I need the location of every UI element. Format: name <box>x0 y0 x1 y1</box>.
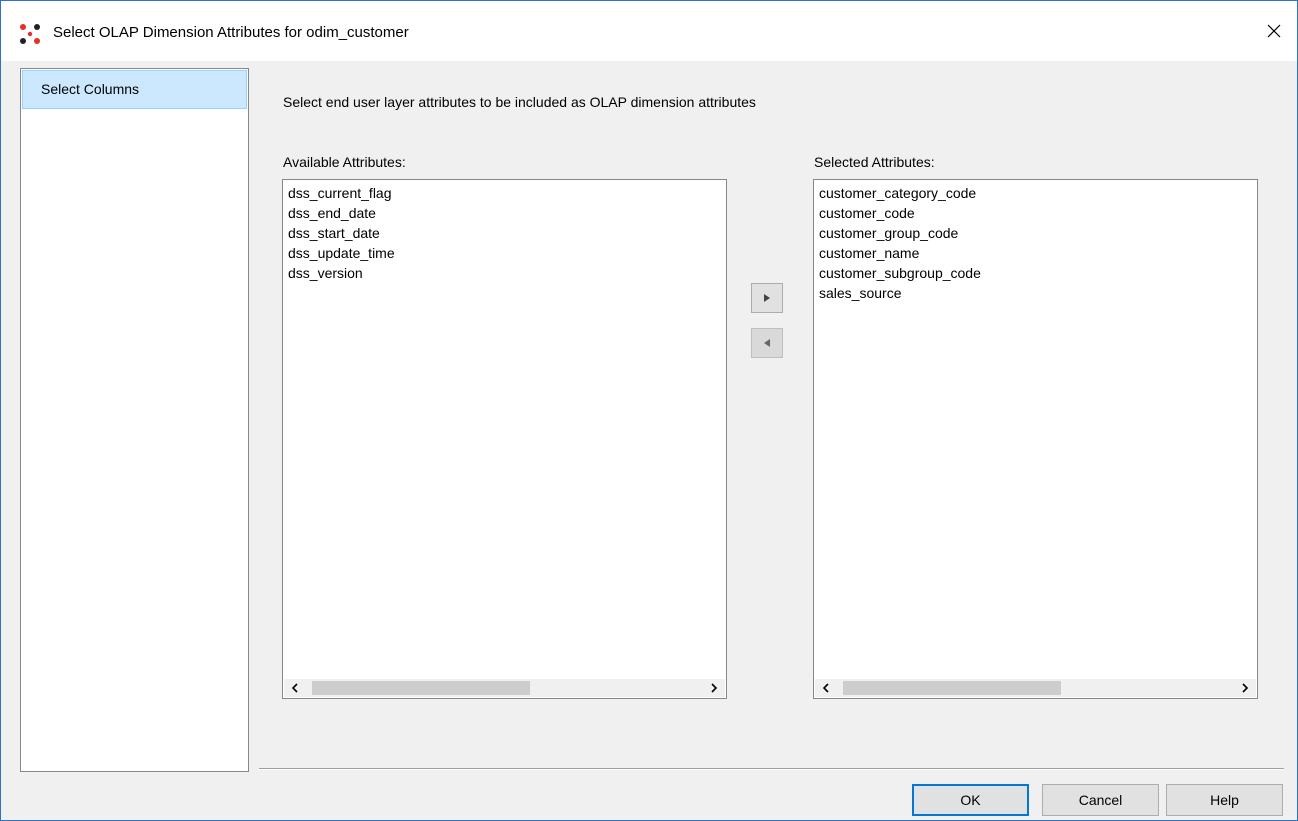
selected-attributes-list[interactable]: customer_category_code customer_code cus… <box>813 179 1258 699</box>
footer-separator <box>259 768 1284 770</box>
list-item[interactable]: customer_code <box>819 203 1257 223</box>
step-navigation-panel: Select Columns <box>20 68 249 772</box>
horizontal-scrollbar[interactable] <box>284 679 725 697</box>
close-icon <box>1267 24 1281 38</box>
cancel-button[interactable]: Cancel <box>1042 784 1159 816</box>
dialog-window: Select OLAP Dimension Attributes for odi… <box>0 0 1298 821</box>
scroll-right-icon[interactable] <box>1236 679 1254 697</box>
list-item[interactable]: dss_end_date <box>288 203 726 223</box>
instruction-text: Select end user layer attributes to be i… <box>283 94 756 110</box>
app-icon <box>20 24 40 44</box>
list-item[interactable]: sales_source <box>819 283 1257 303</box>
list-item[interactable]: customer_category_code <box>819 183 1257 203</box>
scroll-thumb[interactable] <box>843 681 1061 695</box>
title-bar[interactable]: Select OLAP Dimension Attributes for odi… <box>1 1 1297 61</box>
available-attributes-label: Available Attributes: <box>283 154 406 170</box>
available-attributes-list[interactable]: dss_current_flag dss_end_date dss_start_… <box>282 179 727 699</box>
add-attribute-button[interactable] <box>751 283 783 313</box>
selected-attributes-label: Selected Attributes: <box>814 154 935 170</box>
list-item[interactable]: customer_name <box>819 243 1257 263</box>
horizontal-scrollbar[interactable] <box>815 679 1256 697</box>
list-item[interactable]: customer_subgroup_code <box>819 263 1257 283</box>
list-item[interactable]: dss_start_date <box>288 223 726 243</box>
list-item[interactable]: dss_current_flag <box>288 183 726 203</box>
scroll-left-icon[interactable] <box>286 679 304 697</box>
list-item[interactable]: dss_version <box>288 263 726 283</box>
scroll-left-icon[interactable] <box>817 679 835 697</box>
triangle-right-icon <box>764 294 770 302</box>
window-title: Select OLAP Dimension Attributes for odi… <box>53 24 409 41</box>
list-item[interactable]: dss_update_time <box>288 243 726 263</box>
help-button[interactable]: Help <box>1166 784 1283 816</box>
triangle-left-icon <box>764 339 770 347</box>
ok-button[interactable]: OK <box>912 784 1029 816</box>
close-button[interactable] <box>1251 1 1297 61</box>
scroll-thumb[interactable] <box>312 681 530 695</box>
nav-item-select-columns[interactable]: Select Columns <box>22 70 247 109</box>
remove-attribute-button[interactable] <box>751 328 783 358</box>
scroll-right-icon[interactable] <box>705 679 723 697</box>
list-item[interactable]: customer_group_code <box>819 223 1257 243</box>
nav-item-label: Select Columns <box>41 81 140 97</box>
